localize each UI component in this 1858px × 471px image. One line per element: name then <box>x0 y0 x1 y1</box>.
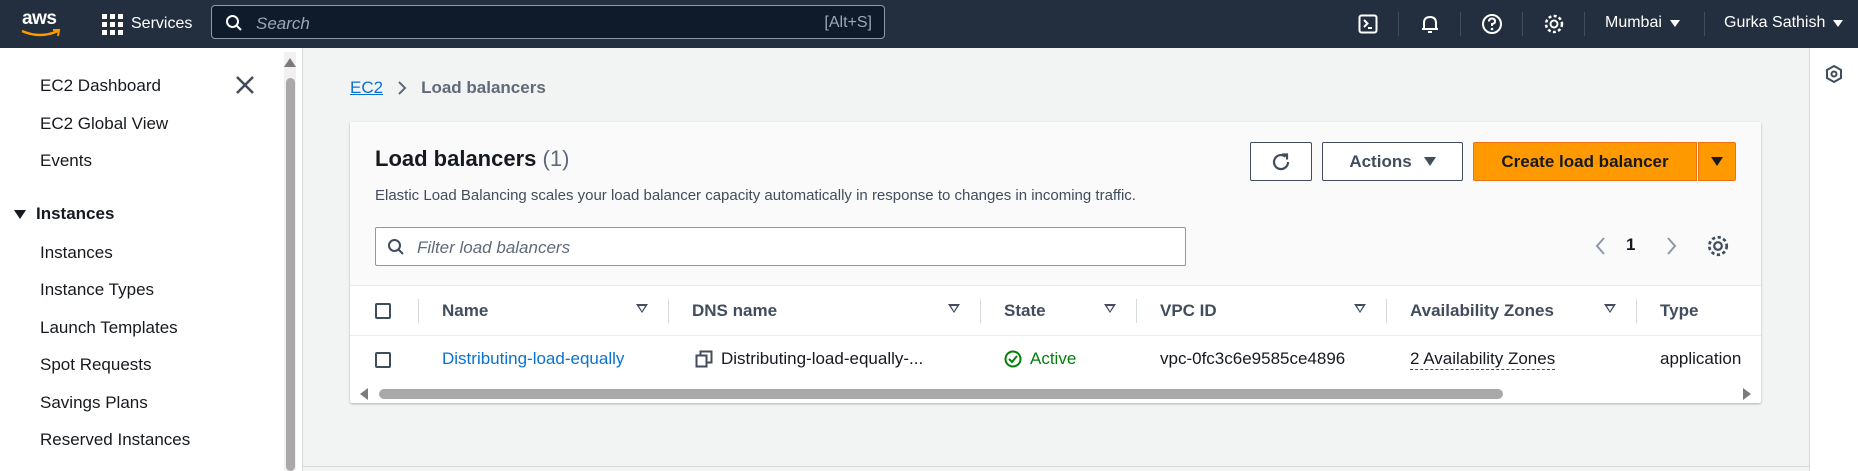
column-header-state[interactable]: State <box>1004 287 1046 335</box>
services-label: Services <box>131 15 193 32</box>
caret-down-icon <box>1423 157 1436 166</box>
sort-icon[interactable] <box>636 304 648 313</box>
sidebar-item-instances[interactable]: Instances <box>40 243 113 263</box>
sort-icon[interactable] <box>1354 304 1366 313</box>
breadcrumb: EC2 Load balancers <box>350 78 546 98</box>
sort-icon[interactable] <box>948 304 960 313</box>
side-navigation: EC2 Dashboard EC2 Global View Events Ins… <box>0 48 303 471</box>
chevron-down-icon <box>1669 19 1680 27</box>
sidebar-section-instances[interactable]: Instances <box>14 204 114 224</box>
sidebar-item-spot-requests[interactable]: Spot Requests <box>40 355 152 375</box>
page-title: Load balancers (1) <box>375 146 569 172</box>
horizontal-scrollbar[interactable] <box>350 384 1761 403</box>
load-balancer-name-link[interactable]: Distributing-load-equally <box>442 349 624 369</box>
dns-name-text: Distributing-load-equally-... <box>721 349 924 368</box>
column-header-type[interactable]: Type <box>1660 287 1698 335</box>
dns-name-cell: Distributing-load-equally-... <box>695 349 923 369</box>
column-header-name[interactable]: Name <box>442 287 488 335</box>
sidebar-section-label: Instances <box>36 204 115 223</box>
page-description: Elastic Load Balancing scales your load … <box>375 187 1136 204</box>
aws-smile-icon <box>21 29 61 37</box>
sidebar-item-events[interactable]: Events <box>40 151 92 171</box>
scroll-left-icon[interactable] <box>360 388 368 400</box>
search-shortcut: [Alt+S] <box>824 14 872 31</box>
sidebar-scroll-thumb[interactable] <box>286 78 295 471</box>
chevron-right-icon <box>398 81 407 95</box>
title-text: Load balancers <box>375 146 537 171</box>
copy-icon[interactable] <box>695 350 713 368</box>
scroll-up-icon[interactable] <box>284 58 296 67</box>
create-label: Create load balancer <box>1501 151 1669 171</box>
top-navigation: aws Services Search [Alt+S] Mumbai Gurka… <box>0 0 1858 48</box>
state-text: Active <box>1030 349 1077 368</box>
close-icon[interactable] <box>234 74 256 96</box>
caret-down-icon <box>1711 157 1723 166</box>
cloudshell-icon[interactable] <box>1356 12 1380 36</box>
column-header-vpc-id[interactable]: VPC ID <box>1160 287 1217 335</box>
services-menu[interactable]: Services <box>102 12 192 36</box>
caret-down-icon <box>14 209 26 219</box>
filter-placeholder: Filter load balancers <box>417 238 571 257</box>
account-name: Gurka Sathish <box>1724 14 1826 31</box>
help-icon[interactable] <box>1480 12 1504 36</box>
type-cell: application <box>1660 349 1742 368</box>
breadcrumb-current: Load balancers <box>421 78 546 97</box>
refresh-icon <box>1272 152 1290 170</box>
sidebar-item-ec2-global-view[interactable]: EC2 Global View <box>40 114 168 134</box>
sidebar-item-savings-plans[interactable]: Savings Plans <box>40 393 148 413</box>
sort-icon[interactable] <box>1604 304 1616 313</box>
chevron-left-icon[interactable] <box>1594 235 1608 257</box>
aws-logo-text: aws <box>22 8 57 29</box>
title-count: (1) <box>542 146 570 171</box>
select-all-checkbox[interactable] <box>375 303 391 319</box>
actions-button[interactable]: Actions <box>1322 142 1463 181</box>
chevron-down-icon <box>1833 19 1844 27</box>
column-header-dns-name[interactable]: DNS name <box>692 287 777 335</box>
aws-logo[interactable]: aws <box>20 8 64 40</box>
notifications-icon[interactable] <box>1418 12 1442 36</box>
grid-icon <box>102 13 123 35</box>
preferences-icon[interactable] <box>1706 234 1730 258</box>
chevron-right-icon[interactable] <box>1664 235 1678 257</box>
status-success-icon <box>1004 350 1022 368</box>
availability-zones-popover[interactable]: 2 Availability Zones <box>1410 349 1556 370</box>
refresh-button[interactable] <box>1250 142 1312 181</box>
global-search[interactable]: Search [Alt+S] <box>211 5 885 39</box>
search-icon <box>226 15 242 31</box>
breadcrumb-ec2[interactable]: EC2 <box>350 78 383 98</box>
search-placeholder: Search <box>256 14 310 33</box>
state-cell: Active <box>1004 349 1076 369</box>
sidebar-item-reserved-instances[interactable]: Reserved Instances <box>40 430 190 450</box>
region-selector[interactable]: Mumbai <box>1605 14 1680 32</box>
settings-icon[interactable] <box>1542 12 1566 36</box>
search-icon <box>388 239 404 255</box>
actions-label: Actions <box>1349 151 1412 171</box>
row-checkbox[interactable] <box>375 352 391 368</box>
scroll-right-icon[interactable] <box>1743 388 1751 400</box>
sidebar-item-launch-templates[interactable]: Launch Templates <box>40 318 178 338</box>
create-dropdown-button[interactable] <box>1698 142 1736 181</box>
horizontal-scroll-thumb[interactable] <box>379 389 1503 399</box>
create-load-balancer-button[interactable]: Create load balancer <box>1473 142 1697 181</box>
sidebar-item-instance-types[interactable]: Instance Types <box>40 280 154 300</box>
column-header-availability-zones[interactable]: Availability Zones <box>1410 287 1554 335</box>
account-menu[interactable]: Gurka Sathish <box>1724 14 1844 32</box>
tools-panel <box>1809 48 1858 471</box>
vpc-id-cell: vpc-0fc3c6e9585ce4896 <box>1160 349 1346 368</box>
page-number[interactable]: 1 <box>1626 235 1635 255</box>
region-label: Mumbai <box>1605 14 1662 31</box>
sidebar-item-ec2-dashboard[interactable]: EC2 Dashboard <box>40 76 161 96</box>
load-balancers-table-container: Load balancers (1) Elastic Load Balancin… <box>350 122 1761 403</box>
filter-input[interactable]: Filter load balancers <box>375 227 1186 266</box>
tools-panel-icon[interactable] <box>1824 64 1844 84</box>
sort-icon[interactable] <box>1104 304 1116 313</box>
